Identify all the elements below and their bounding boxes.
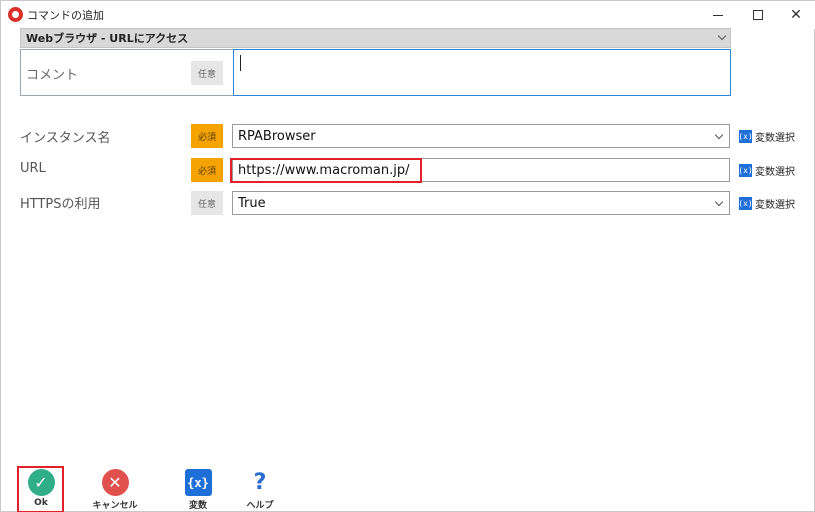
minimize-icon (713, 14, 723, 16)
variables-label: 変数 (188, 501, 207, 511)
variable-select-label: 変数選択 (755, 166, 795, 178)
instance-name-variable-select-button[interactable]: (x) 変数選択 (738, 128, 795, 144)
cancel-label: キャンセル (92, 501, 138, 511)
cancel-button[interactable]: ✕ キャンセル (87, 469, 143, 512)
close-button[interactable]: ✕ (776, 1, 815, 29)
instance-name-label: インスタンス名 (20, 131, 111, 146)
variable-icon: (x) (738, 163, 753, 177)
close-icon: ✕ (790, 7, 802, 23)
variables-button[interactable]: {x} 変数 (170, 469, 226, 512)
help-icon: ? (253, 470, 267, 495)
chevron-down-icon (714, 197, 724, 207)
chevron-down-icon (714, 130, 724, 140)
comment-optional-badge: 任意 (191, 61, 223, 85)
instance-name-select[interactable]: RPABrowser (232, 124, 730, 148)
window-title: コマンドの追加 (27, 9, 104, 22)
ok-highlight-box (17, 466, 64, 512)
title-bar: コマンドの追加 ✕ (1, 1, 815, 29)
https-optional-badge: 任意 (191, 191, 223, 215)
help-button[interactable]: ? ヘルプ (232, 469, 288, 512)
command-type-value: Webブラウザ - URLにアクセス (26, 32, 189, 45)
add-command-dialog: コマンドの追加 ✕ Webブラウザ - URLにアクセス コメント 任意 インス… (0, 0, 815, 512)
maximize-button[interactable] (738, 1, 778, 29)
https-label: HTTPSの利用 (20, 197, 101, 212)
https-variable-select-button[interactable]: (x) 変数選択 (738, 195, 795, 211)
https-value: True (238, 195, 266, 211)
variable-icon: {x} (184, 469, 212, 496)
maximize-icon (753, 10, 763, 20)
variable-icon: (x) (738, 196, 753, 210)
variable-select-label: 変数選択 (755, 199, 795, 211)
comment-input[interactable] (233, 49, 731, 96)
url-label: URL (20, 161, 46, 176)
command-type-select[interactable]: Webブラウザ - URLにアクセス (20, 28, 731, 48)
instance-name-value: RPABrowser (238, 128, 316, 144)
variable-select-label: 変数選択 (755, 132, 795, 144)
url-highlight-box (230, 158, 422, 183)
https-select[interactable]: True (232, 191, 730, 215)
minimize-button[interactable] (698, 1, 738, 29)
chevron-down-icon (717, 31, 727, 41)
variable-icon: (x) (738, 129, 753, 143)
text-caret (240, 55, 241, 71)
url-variable-select-button[interactable]: (x) 変数選択 (738, 162, 795, 178)
app-logo-icon (8, 7, 23, 22)
instance-name-required-badge: 必須 (191, 124, 223, 148)
url-required-badge: 必須 (191, 158, 223, 182)
close-icon: ✕ (101, 469, 129, 496)
help-label: ヘルプ (246, 501, 274, 511)
comment-label: コメント (26, 68, 79, 83)
